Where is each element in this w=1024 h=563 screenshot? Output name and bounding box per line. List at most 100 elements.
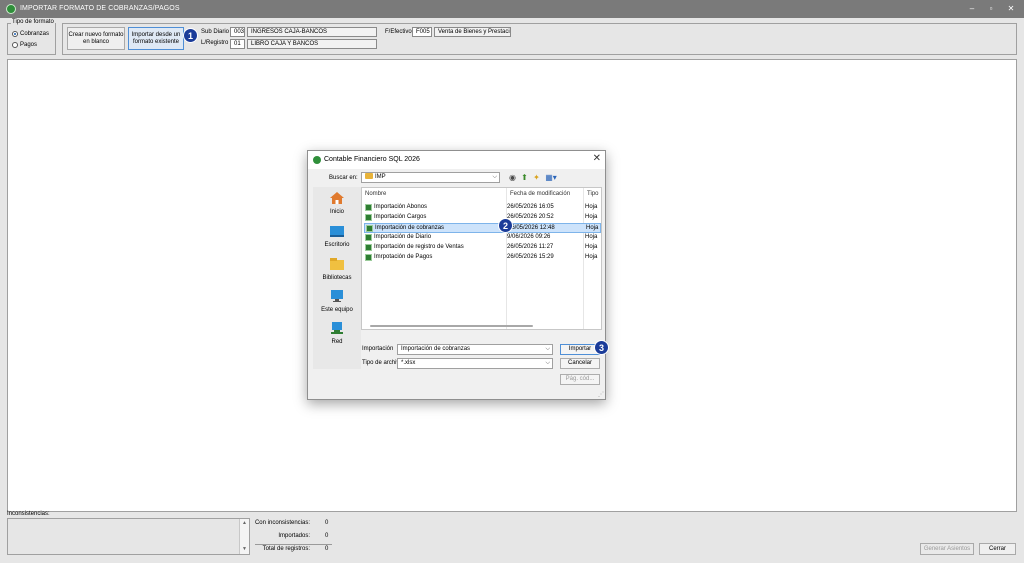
dialog-title: Contable Financiero SQL 2026 xyxy=(324,156,420,163)
column-header-type[interactable]: Tipo xyxy=(587,191,598,197)
radio-unchecked-icon xyxy=(12,42,18,48)
sub-diario-name-field: INGRESOS CAJA-BANCOS xyxy=(247,27,377,37)
places-bar: Inicio Escritorio Bibliotecas Este equip… xyxy=(313,187,361,369)
restore-icon[interactable]: ▫ xyxy=(983,3,999,15)
file-row-selected[interactable]: Importación de cobranzas 26/05/2026 12:4… xyxy=(364,223,601,233)
libro-label: L/Registro xyxy=(201,40,229,46)
flujo-label: F/Efectivo xyxy=(385,29,412,35)
resize-grip-icon[interactable]: ⋰ xyxy=(598,391,604,398)
importados-label: Importados: xyxy=(278,533,310,539)
place-este-equipo-label: Este equipo xyxy=(321,307,353,313)
network-icon xyxy=(331,322,343,334)
cerrar-button[interactable]: Cerrar xyxy=(979,543,1016,555)
excel-file-icon xyxy=(365,234,372,241)
look-in-combo[interactable]: IMP ⌵ xyxy=(361,172,500,183)
file-row[interactable]: Importación Cargos 26/05/2026 20:52 Hoja xyxy=(364,213,601,223)
con-inconsistencias-label: Con inconsistencias: xyxy=(254,520,310,526)
window-title: IMPORTAR FORMATO DE COBRANZAS/PAGOS xyxy=(20,5,180,12)
place-escritorio-label: Escritorio xyxy=(324,242,350,248)
import-existing-format-button[interactable]: Importar desde un formato existente xyxy=(128,27,184,50)
codepage-button[interactable]: Pág. cód... xyxy=(560,374,600,385)
file-type: Hoja xyxy=(585,234,598,240)
place-red-label: Red xyxy=(331,339,343,345)
total-registros-value: 0 xyxy=(325,546,329,552)
inconsistencias-label: Inconsistencias: xyxy=(7,511,50,517)
look-in-label: Buscar en: xyxy=(329,175,358,181)
file-type: Hoja xyxy=(585,214,598,220)
dialog-app-icon xyxy=(313,156,321,164)
inconsistencias-list[interactable]: ▲ ▼ xyxy=(7,518,250,555)
file-date: 26/05/2026 16:05 xyxy=(507,204,554,210)
file-name: Importación Abonos xyxy=(374,204,428,210)
new-format-label-1: Crear nuevo formato xyxy=(68,31,124,38)
chevron-down-icon: ⌵ xyxy=(492,174,497,180)
up-folder-icon[interactable]: ⬆ xyxy=(520,173,529,182)
radio-pagos[interactable]: Pagos xyxy=(12,42,37,48)
flujo-code-field[interactable]: F005 xyxy=(412,27,432,37)
libro-name-field: LIBRO CAJA Y BANCOS xyxy=(247,39,377,49)
dialog-titlebar: Contable Financiero SQL 2026 ✕ xyxy=(308,151,605,169)
file-name-label: Importación xyxy=(362,346,394,352)
file-list[interactable]: Nombre ^ Fecha de modificación Tipo Impo… xyxy=(361,187,602,330)
place-inicio[interactable]: Inicio xyxy=(313,191,361,215)
step-badge-3: 3 xyxy=(594,340,609,355)
file-date: 26/05/2026 11:27 xyxy=(507,244,554,250)
column-header-date[interactable]: Fecha de modificación xyxy=(510,191,570,197)
file-name: Imrpotación de Pagos xyxy=(374,254,433,260)
file-date: 9/06/2026 09:26 xyxy=(507,234,551,240)
radio-checked-icon xyxy=(12,31,18,37)
folder-icon xyxy=(365,173,373,180)
sub-diario-code-field[interactable]: 003 xyxy=(230,27,245,37)
minimize-icon[interactable]: – xyxy=(964,3,980,15)
file-name: Importación de Diario xyxy=(374,234,432,240)
radio-cobranzas[interactable]: Cobranzas xyxy=(12,31,49,37)
new-format-label-2: en blanco xyxy=(82,38,110,45)
close-icon[interactable]: ✕ xyxy=(1003,3,1019,15)
cancel-button[interactable]: Cancelar xyxy=(560,358,600,369)
horizontal-scrollbar[interactable] xyxy=(370,325,533,327)
back-icon[interactable]: ◉ xyxy=(508,173,517,182)
radio-cobranzas-label: Cobranzas xyxy=(20,31,50,37)
place-bibliotecas[interactable]: Bibliotecas xyxy=(313,257,361,281)
chevron-down-icon: ⌵ xyxy=(545,346,550,352)
excel-file-icon xyxy=(366,225,373,232)
file-row[interactable]: Importación Abonos 26/05/2026 16:05 Hoja xyxy=(364,203,601,213)
totals-divider xyxy=(255,544,332,545)
file-name: Importación de cobranzas xyxy=(375,225,445,231)
excel-file-icon xyxy=(365,204,372,211)
place-red[interactable]: Red xyxy=(313,321,361,345)
tipo-formato-group: Tipo de formato Cobranzas Pagos xyxy=(7,19,56,55)
new-format-button[interactable]: Crear nuevo formato en blanco xyxy=(67,27,125,50)
generar-asientos-button[interactable]: Generar Asientos xyxy=(920,543,974,555)
file-type-combo[interactable]: *.xlsx ⌵ xyxy=(397,358,553,369)
place-este-equipo[interactable]: Este equipo xyxy=(313,289,361,313)
excel-file-icon xyxy=(365,244,372,251)
place-escritorio[interactable]: Escritorio xyxy=(313,224,361,248)
file-row[interactable]: Importación de Diario 9/06/2026 09:26 Ho… xyxy=(364,233,601,243)
file-type: Hoja xyxy=(585,204,598,210)
import-existing-label-1: Importar desde un xyxy=(131,31,181,38)
total-registros-label: Total de registros: xyxy=(262,546,310,552)
file-row[interactable]: Importación de registro de Ventas 26/05/… xyxy=(364,243,601,253)
file-row[interactable]: Imrpotación de Pagos 26/05/2026 15:29 Ho… xyxy=(364,253,601,263)
file-type: Hoja xyxy=(585,244,598,250)
flujo-name-field: Venta de Bienes y Prestació xyxy=(434,27,511,37)
dialog-close-icon[interactable]: ✕ xyxy=(593,153,601,164)
column-header-name[interactable]: Nombre xyxy=(365,191,386,197)
excel-file-icon xyxy=(365,214,372,221)
file-date: 26/05/2026 12:48 xyxy=(508,225,555,231)
file-name-combo[interactable]: Importación de cobranzas ⌵ xyxy=(397,344,553,355)
app-icon xyxy=(6,4,16,14)
file-type: Hoja xyxy=(586,225,599,231)
open-file-dialog: Contable Financiero SQL 2026 ✕ Buscar en… xyxy=(307,150,609,400)
toolbar: Crear nuevo formato en blanco Importar d… xyxy=(62,23,1017,55)
place-inicio-label: Inicio xyxy=(329,209,344,215)
library-icon xyxy=(330,258,344,270)
importados-value: 0 xyxy=(325,533,329,539)
sort-ascending-icon: ^ xyxy=(434,187,437,192)
con-inconsistencias-value: 0 xyxy=(325,520,329,526)
step-badge-1: 1 xyxy=(183,28,198,43)
new-folder-icon[interactable]: ✦ xyxy=(532,173,541,182)
view-menu-icon[interactable]: ▦▾ xyxy=(544,173,558,182)
libro-code-field[interactable]: 01 xyxy=(230,39,245,49)
